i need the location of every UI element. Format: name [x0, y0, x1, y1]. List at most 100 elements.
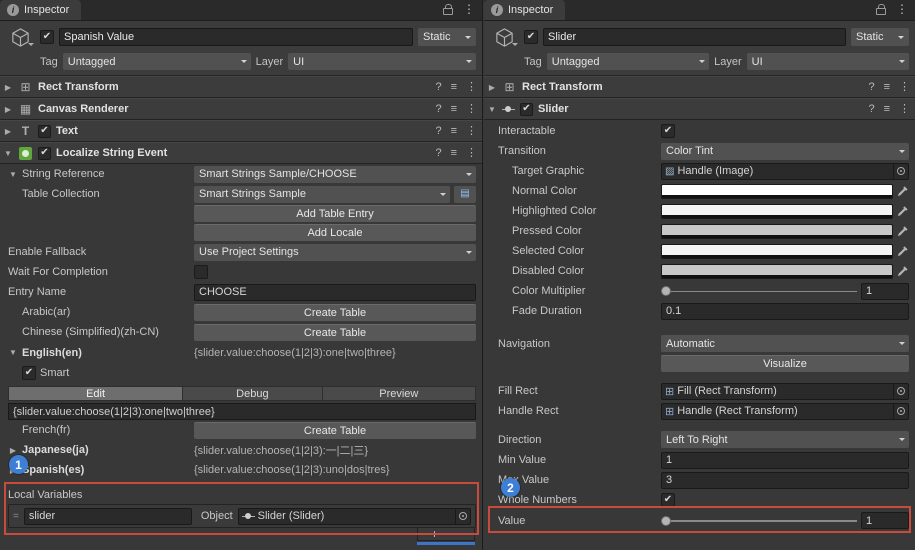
interactable-checkbox[interactable]: ✔	[661, 124, 675, 138]
color-multiplier-slider[interactable]	[661, 283, 857, 300]
foldout-icon[interactable]: ▼	[8, 348, 18, 357]
foldout-icon[interactable]: ▶	[3, 105, 13, 114]
preset-icon[interactable]: ≡	[884, 104, 890, 115]
foldout-icon[interactable]: ▶	[3, 127, 13, 136]
drag-handle-icon[interactable]: =	[13, 511, 19, 522]
help-icon[interactable]: ?	[868, 82, 874, 93]
help-icon[interactable]: ?	[435, 104, 441, 115]
pressed-color-swatch[interactable]	[661, 224, 893, 239]
gameobject-name-field[interactable]: Spanish Value	[59, 28, 413, 46]
gameobject-name-field[interactable]: Slider	[543, 28, 846, 46]
tab-preview[interactable]: Preview	[323, 387, 475, 400]
help-icon[interactable]: ?	[435, 82, 441, 93]
component-header-localize-string-event[interactable]: ▼ ✔ Localize String Event ? ≡ ⋮	[0, 142, 482, 164]
kebab-menu-icon[interactable]: ⋮	[896, 3, 908, 15]
component-enabled-checkbox[interactable]: ✔	[38, 125, 51, 138]
table-collection-dropdown[interactable]: Smart Strings Sample	[194, 186, 450, 203]
kebab-menu-icon[interactable]: ⋮	[466, 82, 477, 93]
add-locale-button[interactable]: Add Locale	[194, 224, 476, 241]
preset-icon[interactable]: ≡	[451, 148, 457, 159]
foldout-icon[interactable]: ▼	[8, 170, 18, 179]
transition-dropdown[interactable]: Color Tint	[661, 143, 909, 160]
help-icon[interactable]: ?	[435, 148, 441, 159]
tab-inspector[interactable]: i Inspector	[484, 0, 565, 20]
active-checkbox[interactable]: ✔	[524, 30, 538, 44]
help-icon[interactable]: ?	[868, 104, 874, 115]
tag-dropdown[interactable]: Untagged	[547, 53, 709, 70]
preset-icon[interactable]: ≡	[884, 82, 890, 93]
tab-inspector[interactable]: i Inspector	[0, 0, 81, 20]
tab-debug[interactable]: Debug	[183, 387, 323, 400]
slider-thumb[interactable]	[661, 286, 671, 296]
preset-icon[interactable]: ≡	[451, 82, 457, 93]
direction-dropdown[interactable]: Left To Right	[661, 431, 909, 448]
foldout-icon[interactable]: ▼	[487, 105, 497, 114]
smart-string-textarea[interactable]: {slider.value:choose(1|2|3):one|two|thre…	[8, 403, 476, 420]
add-variable-button[interactable]: +	[431, 528, 438, 540]
add-table-entry-button[interactable]: Add Table Entry	[194, 205, 476, 222]
foldout-icon[interactable]: ▼	[3, 149, 13, 158]
kebab-menu-icon[interactable]: ⋮	[466, 104, 477, 115]
component-enabled-checkbox[interactable]: ✔	[520, 103, 533, 116]
value-field[interactable]: 1	[861, 512, 909, 529]
object-picker-icon[interactable]	[893, 404, 908, 419]
disabled-color-swatch[interactable]	[661, 264, 893, 279]
min-value-field[interactable]: 1	[661, 452, 909, 469]
layer-dropdown[interactable]: UI	[747, 53, 909, 70]
enable-fallback-dropdown[interactable]: Use Project Settings	[194, 244, 476, 261]
lock-icon[interactable]	[443, 8, 453, 15]
eyedropper-icon[interactable]	[897, 185, 909, 197]
component-header-canvas-renderer[interactable]: ▶ ▦ Canvas Renderer ? ≡ ⋮	[0, 98, 482, 120]
normal-color-swatch[interactable]	[661, 184, 893, 199]
string-reference-dropdown[interactable]: Smart Strings Sample/CHOOSE	[194, 166, 476, 183]
active-checkbox[interactable]: ✔	[40, 30, 54, 44]
create-table-button[interactable]: Create Table	[194, 422, 476, 439]
tab-edit[interactable]: Edit	[9, 387, 183, 400]
eyedropper-icon[interactable]	[897, 245, 909, 257]
preset-icon[interactable]: ≡	[451, 104, 457, 115]
component-header-rect-transform[interactable]: ▶ ⊞ Rect Transform ? ≡ ⋮	[0, 76, 482, 98]
create-table-button[interactable]: Create Table	[194, 324, 476, 341]
gameobject-icon[interactable]	[489, 25, 519, 49]
kebab-menu-icon[interactable]: ⋮	[463, 3, 475, 15]
fade-duration-field[interactable]: 0.1	[661, 303, 909, 320]
visualize-button[interactable]: Visualize	[661, 355, 909, 372]
gameobject-icon[interactable]	[5, 25, 35, 49]
slider-thumb[interactable]	[661, 516, 671, 526]
highlighted-color-swatch[interactable]	[661, 204, 893, 219]
whole-numbers-checkbox[interactable]: ✔	[661, 493, 675, 507]
foldout-icon[interactable]: ▶	[8, 446, 18, 455]
fill-rect-field[interactable]: ⊞ Fill (Rect Transform)	[661, 383, 909, 400]
variable-name-field[interactable]: slider	[24, 508, 192, 525]
foldout-icon[interactable]: ▶	[3, 83, 13, 92]
kebab-menu-icon[interactable]: ⋮	[466, 126, 477, 137]
eyedropper-icon[interactable]	[897, 205, 909, 217]
value-slider[interactable]	[661, 512, 857, 529]
wait-for-completion-checkbox[interactable]	[194, 265, 208, 279]
eyedropper-icon[interactable]	[897, 225, 909, 237]
open-table-editor-button[interactable]: ▤	[454, 186, 476, 203]
foldout-icon[interactable]: ▶	[487, 83, 497, 92]
preset-icon[interactable]: ≡	[451, 126, 457, 137]
variable-object-field[interactable]: Slider (Slider)	[238, 508, 471, 525]
smart-checkbox[interactable]: ✔	[22, 366, 36, 380]
component-header-rect-transform[interactable]: ▶ ⊞ Rect Transform ? ≡ ⋮	[484, 76, 915, 98]
eyedropper-icon[interactable]	[897, 265, 909, 277]
navigation-dropdown[interactable]: Automatic	[661, 335, 909, 352]
object-picker-icon[interactable]	[455, 509, 470, 524]
object-picker-icon[interactable]	[893, 384, 908, 399]
component-header-text[interactable]: ▶ T ✔ Text ? ≡ ⋮	[0, 120, 482, 142]
kebab-menu-icon[interactable]: ⋮	[899, 82, 910, 93]
tag-dropdown[interactable]: Untagged	[63, 53, 251, 70]
static-dropdown[interactable]: Static	[851, 28, 909, 46]
lock-icon[interactable]	[876, 8, 886, 15]
entry-name-field[interactable]: CHOOSE	[194, 284, 476, 301]
help-icon[interactable]: ?	[435, 126, 441, 137]
static-dropdown[interactable]: Static	[418, 28, 476, 46]
max-value-field[interactable]: 3	[661, 472, 909, 489]
object-picker-icon[interactable]	[893, 164, 908, 179]
kebab-menu-icon[interactable]: ⋮	[466, 148, 477, 159]
target-graphic-field[interactable]: ▨ Handle (Image)	[661, 163, 909, 180]
component-header-slider[interactable]: ▼ ✔ Slider ? ≡ ⋮	[484, 98, 915, 120]
kebab-menu-icon[interactable]: ⋮	[899, 104, 910, 115]
